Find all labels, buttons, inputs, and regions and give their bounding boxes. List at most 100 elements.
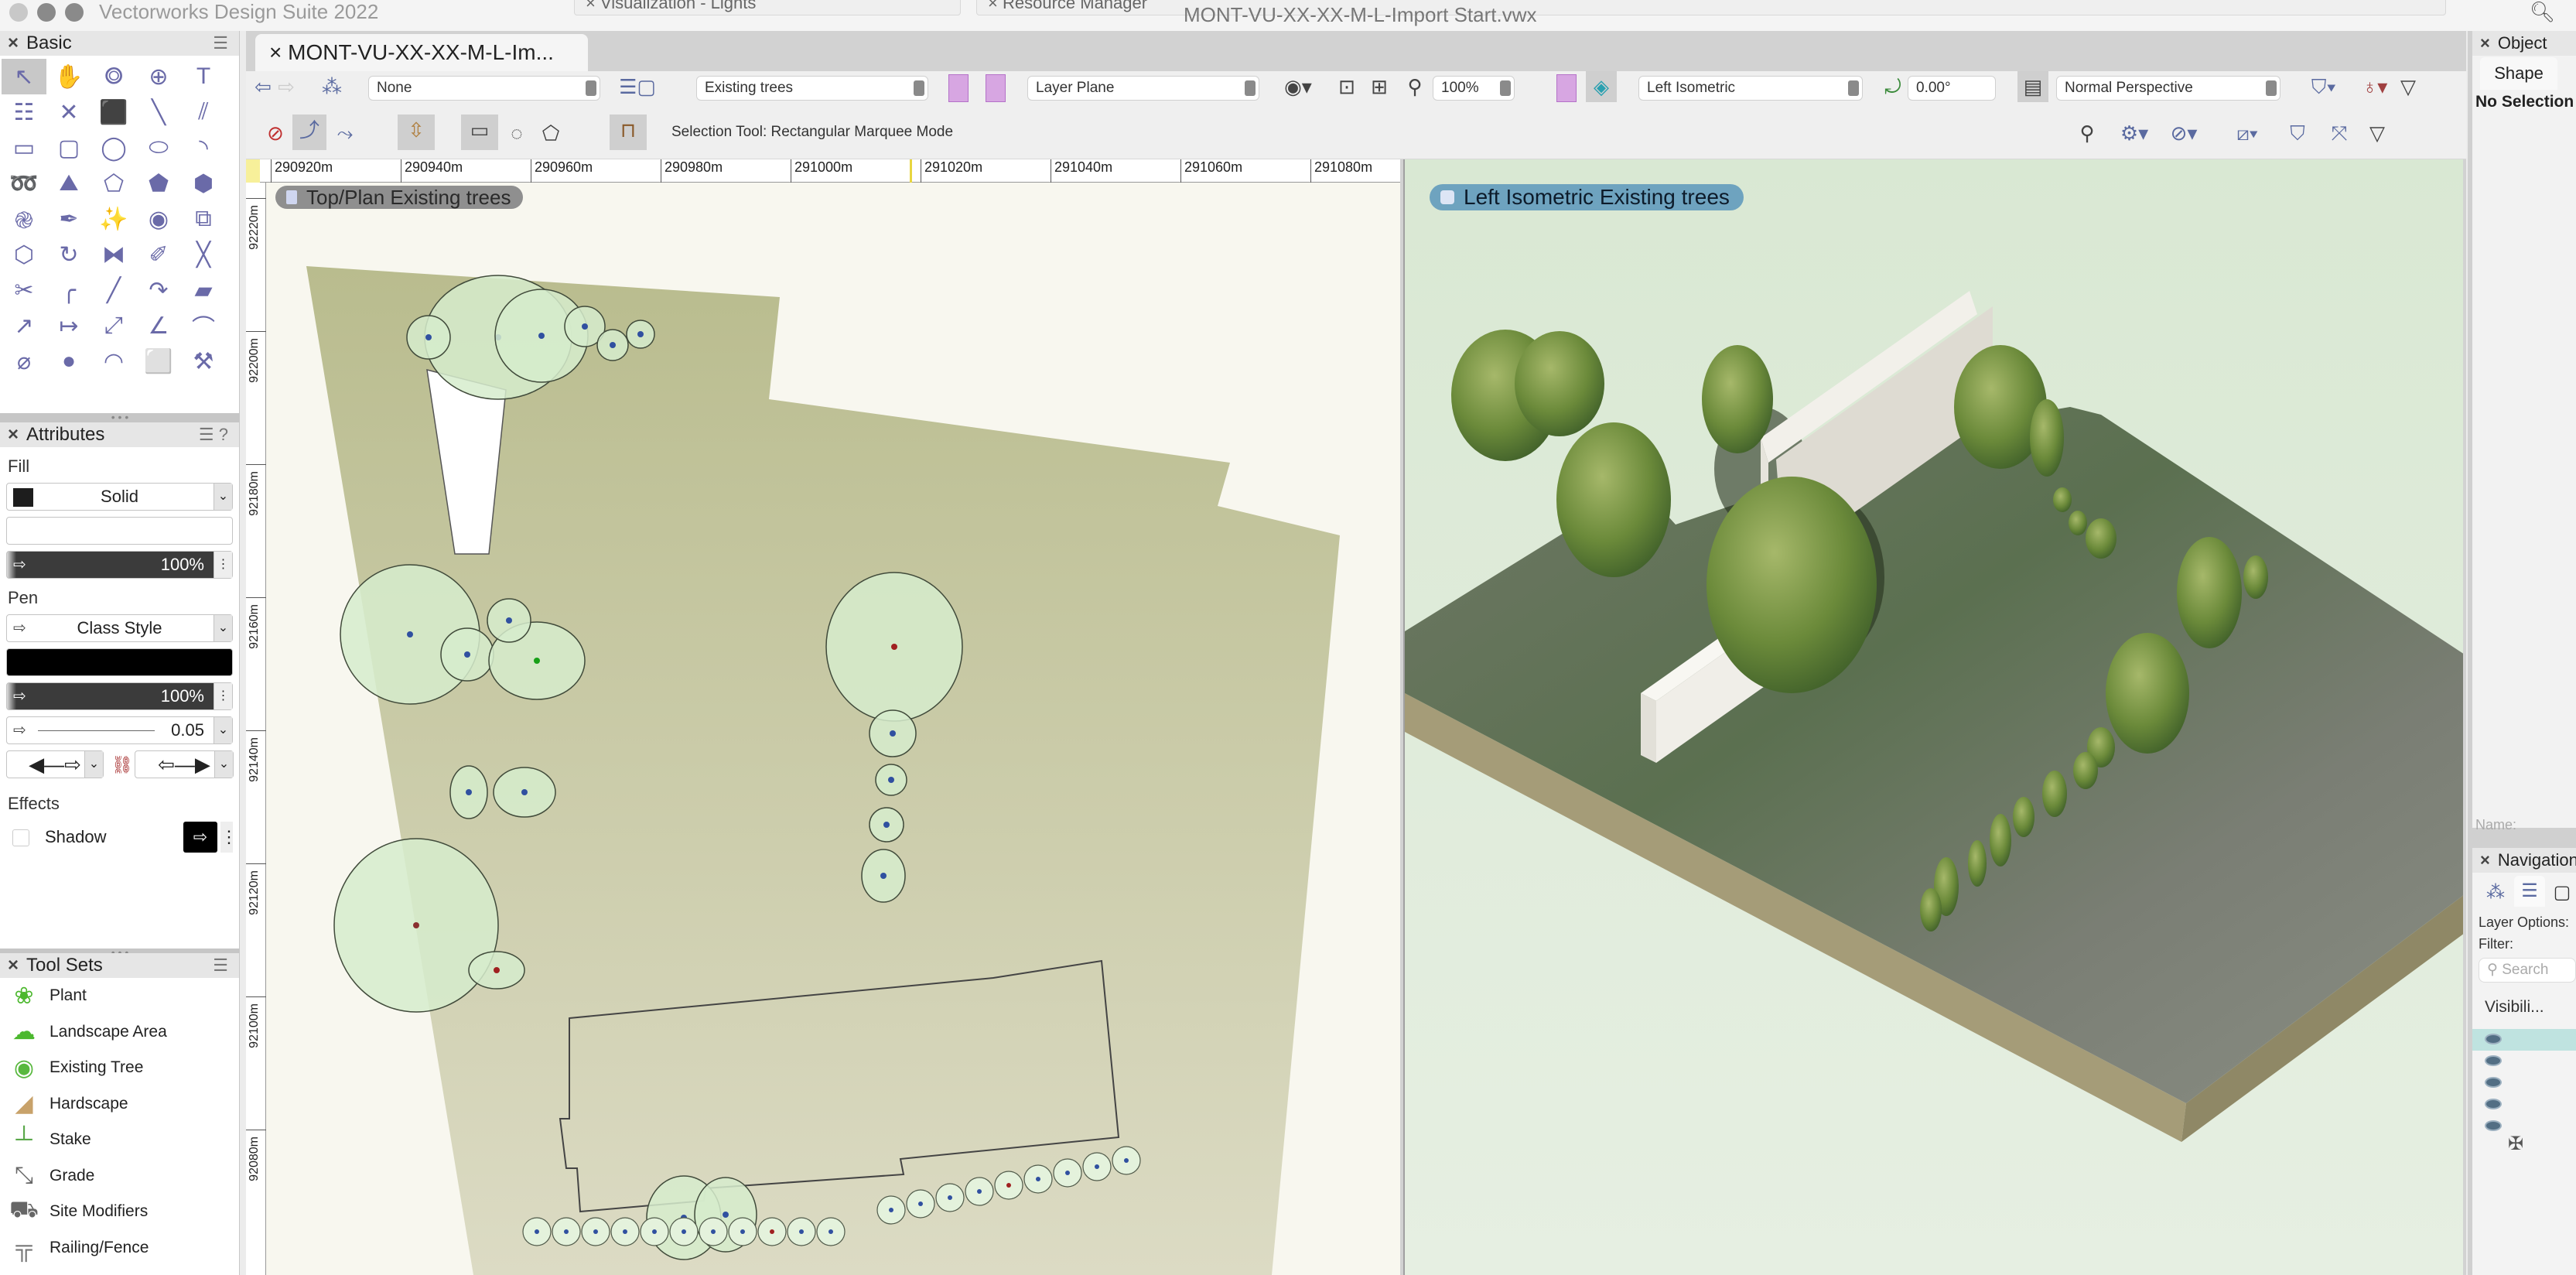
reshape-tool-icon[interactable]: ⬡ [2,237,46,272]
fill-secondary-field[interactable] [6,517,233,545]
visibility-eye-icon[interactable] [2485,1099,2502,1109]
active-layer-select[interactable]: Existing trees [696,76,928,101]
left-isometric-viewport[interactable] [1403,159,2463,1275]
close-icon[interactable]: × [2480,33,2490,53]
polygon-tool-icon[interactable]: ⬠ [91,166,136,201]
tool-set-item[interactable]: ┴ Stake [0,1122,239,1158]
mirror-tool-icon[interactable]: ⧓ [91,237,136,272]
selection-tool-icon[interactable]: ↖ [2,59,46,94]
vertical-ruler[interactable]: 92220m 92200m 92180m 92160m 92140m 92120m 9210… [246,183,266,1275]
regular-polygon-tool-icon[interactable]: ⬢ [181,166,226,201]
forward-view-icon[interactable]: ⇨ [275,71,297,102]
double-line-polygon-tool-icon[interactable]: ⬟ [136,166,181,201]
3d-locus-tool-icon[interactable]: ⬛ [91,94,136,130]
offset-tool-icon[interactable]: ↷ [136,272,181,308]
fillet-tool-icon[interactable]: ╭ [46,272,91,308]
zoom-tool-icon[interactable]: ⊕ [136,59,181,94]
tool-bar-menu-icon[interactable]: ▽ [2366,118,2389,149]
snap-intersection-icon[interactable]: ⧄▾ [2228,118,2267,149]
polygon-marquee-icon[interactable]: ⬠ [535,118,566,149]
chevron-down-icon[interactable] [1500,80,1511,96]
3d-tree-model[interactable] [2042,771,2067,817]
fill-opacity-field[interactable]: ⇨ 100% ⋮ [6,551,233,579]
scissors-tool-icon[interactable]: ✂ [2,272,46,308]
tool-set-item[interactable]: ╦ Railing/Fence [0,1230,239,1266]
document-tab[interactable]: × MONT-VU-XX-XX-M-L-Im... [255,34,588,71]
3d-tree-model[interactable] [2073,752,2098,789]
class-icon[interactable]: ⁂ [319,71,345,102]
3d-tree-model[interactable] [2030,399,2064,477]
arc-length-dimension-tool-icon[interactable]: ∠ [136,308,181,344]
minimize-window-button[interactable] [37,3,56,22]
plan-rotation-field[interactable]: 0.00° [1908,76,1996,101]
tab-layers-icon[interactable]: ☰ [2514,876,2545,907]
text-tool-icon[interactable]: T [181,59,226,94]
double-line-tool-icon[interactable]: ⫽ [181,94,226,130]
isometric-view-label[interactable]: Left Isometric Existing trees [1430,184,1744,210]
visibility-eye-icon[interactable] [2485,1077,2502,1088]
3d-tree-model[interactable] [2243,555,2268,599]
split-tool-icon[interactable]: ✐ [136,237,181,272]
pen-color-swatch[interactable] [6,648,233,676]
close-icon[interactable]: × [269,40,288,64]
locus-tool-icon[interactable]: ✕ [46,94,91,130]
flyover-tool-icon[interactable]: ⭗ [91,59,136,94]
3d-tree-model[interactable] [2086,518,2116,559]
chevron-down-icon[interactable] [1245,80,1256,96]
rectangular-marquee-icon[interactable]: ▭ [461,115,498,150]
plan-view-label[interactable]: Top/Plan Existing trees [275,186,524,209]
visibility-column-header[interactable]: Visibili... [2485,998,2544,1017]
projection-icon[interactable]: ▤ [2017,71,2048,102]
tool-set-item[interactable]: ❀ Plant [0,978,239,1014]
snap-object-icon[interactable]: ⊘▾ [2164,118,2203,149]
snap-settings-icon[interactable]: ⚙▾ [2115,118,2154,149]
view-bar-menu-icon[interactable]: ▽ [2397,71,2420,102]
close-icon[interactable]: × [8,32,19,53]
3d-tree-model[interactable] [1702,345,1773,453]
chevron-down-icon[interactable] [1848,80,1859,96]
3d-tree-model[interactable] [1515,331,1604,436]
chevron-down-icon[interactable] [914,80,924,96]
close-icon[interactable]: × [8,424,19,445]
zoom-icon[interactable]: ⚲ [1403,71,1426,102]
active-class-select[interactable]: None [368,76,600,101]
render-mode-icon[interactable]: ⛉▾ [2304,71,2344,102]
tab-classes-icon[interactable]: ⁂ [2480,877,2511,908]
visibility-eye-icon[interactable] [2485,1120,2502,1131]
dimension-tool-icon[interactable]: ↦ [46,308,91,344]
rotate-plan-icon[interactable]: ⤾ [1880,71,1906,102]
tool-set-item[interactable]: ◢ Hardscape [0,1086,239,1123]
working-plane-down-icon[interactable] [986,74,1006,102]
diameter-dimension-tool-icon[interactable]: ⌀ [2,344,46,379]
shadow-checkbox[interactable] [12,829,29,846]
start-marker-select[interactable]: ◀—⇨ ⌄ [6,750,104,778]
link-markers-icon[interactable]: ⛓ [111,755,133,775]
3d-tree-model[interactable] [1556,422,1671,577]
rectangle-tool-icon[interactable]: ▭ [2,130,46,166]
connect-tool-icon[interactable]: ↗ [2,308,46,344]
spiral-tool-icon[interactable]: ֎ [2,201,46,237]
selection-preferences-icon[interactable]: ⊓ [610,115,647,150]
pen-opacity-field[interactable]: ⇨ 100% ⋮ [6,682,233,710]
back-view-icon[interactable]: ⇦ [252,71,274,102]
palette-menu-icon[interactable]: ☰ ? [199,422,228,447]
lasso-marquee-icon[interactable]: ◌ [501,118,532,149]
fill-style-select[interactable]: Solid ⌄ [6,483,233,511]
3d-tree-model[interactable] [1990,814,2011,867]
single-object-mode-icon[interactable]: ⤴ [292,115,326,150]
3d-tree-model[interactable] [2177,537,2242,648]
lighting-options-icon[interactable]: ♁▾ [2355,71,2395,102]
standard-views-icon[interactable]: ◈ [1586,71,1617,102]
3d-tree-model[interactable] [2013,797,2034,837]
chevron-down-icon[interactable] [2266,80,2277,96]
current-view-select[interactable]: Left Isometric [1638,76,1863,101]
tab-shape[interactable]: Shape [2480,57,2557,90]
tab-sheet-layers-icon[interactable]: ▢ [2548,877,2576,908]
tool-set-item[interactable]: ⛟ Site Modifiers [0,1194,239,1230]
chevron-down-icon[interactable]: ⌄ [214,615,232,641]
hidden-layer-icon[interactable]: ✠ [2508,1133,2523,1155]
multiple-views-icon[interactable] [1556,74,1577,102]
magic-wand-tool-icon[interactable]: ✨ [91,201,136,237]
more-options-icon[interactable]: ⋮ [220,822,237,853]
chevron-down-icon[interactable] [586,80,596,96]
